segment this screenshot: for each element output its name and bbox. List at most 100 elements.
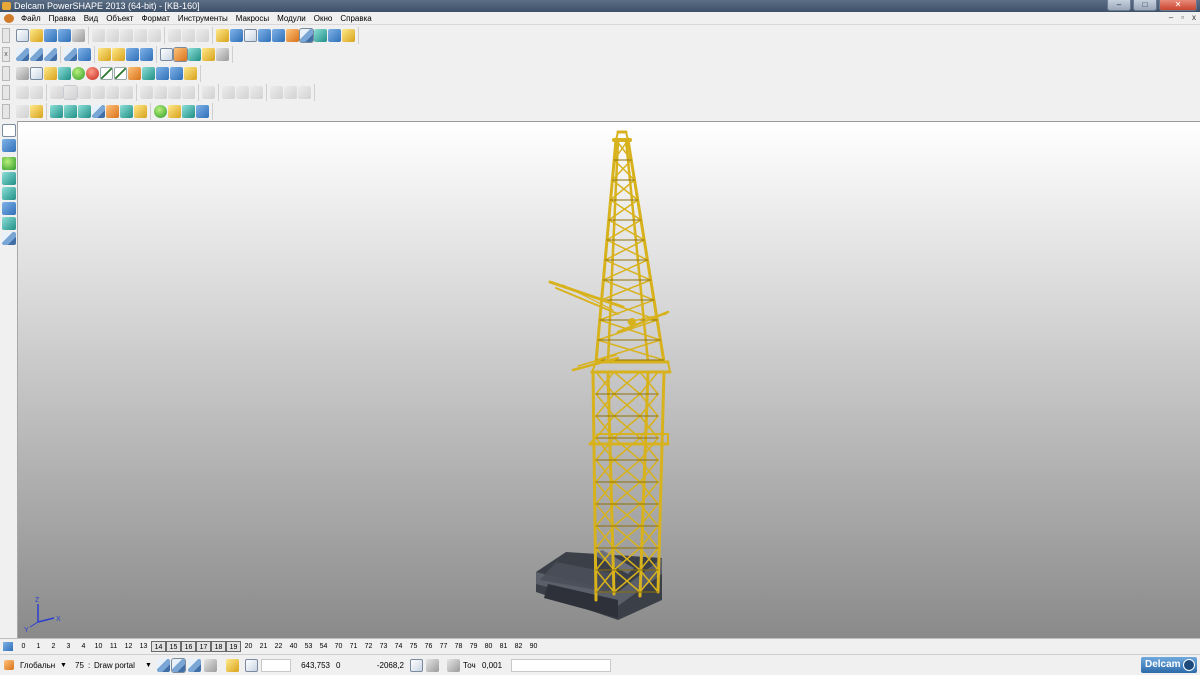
maximize-button[interactable]: □ bbox=[1133, 0, 1157, 11]
solid-new-icon[interactable] bbox=[16, 86, 29, 99]
level-40[interactable]: 40 bbox=[286, 641, 301, 652]
calculator-icon[interactable] bbox=[16, 67, 29, 80]
solid-edit-icon[interactable] bbox=[30, 86, 43, 99]
toolbar-grip[interactable] bbox=[2, 85, 10, 100]
minimize-button[interactable]: – bbox=[1107, 0, 1131, 11]
revolve-icon[interactable] bbox=[78, 105, 91, 118]
level-name-select[interactable]: Draw portal bbox=[94, 659, 135, 672]
view-iso-icon[interactable] bbox=[64, 48, 77, 61]
workplane-cube-icon[interactable] bbox=[188, 659, 201, 672]
red-sphere-icon[interactable] bbox=[86, 67, 99, 80]
assembly-icon[interactable] bbox=[128, 67, 141, 80]
boolean-subtract-icon[interactable] bbox=[63, 85, 78, 100]
grid-icon[interactable] bbox=[245, 659, 258, 672]
shading-icon[interactable] bbox=[58, 67, 71, 80]
level-72[interactable]: 72 bbox=[361, 641, 376, 652]
document-icon[interactable] bbox=[4, 13, 14, 23]
tolerance-icon[interactable] bbox=[447, 659, 460, 672]
level-82[interactable]: 82 bbox=[511, 641, 526, 652]
play-icon[interactable] bbox=[100, 67, 113, 80]
level-18[interactable]: 18 bbox=[211, 641, 226, 652]
measure-icon[interactable] bbox=[170, 67, 183, 80]
level-3[interactable]: 3 bbox=[61, 641, 76, 652]
solid-tree-icon[interactable] bbox=[202, 86, 215, 99]
cut-icon[interactable] bbox=[92, 29, 105, 42]
level-22[interactable]: 22 bbox=[271, 641, 286, 652]
paste-icon[interactable] bbox=[120, 29, 133, 42]
loft-icon[interactable] bbox=[120, 105, 133, 118]
menu-macros[interactable]: Макросы bbox=[232, 12, 273, 25]
level-2[interactable]: 2 bbox=[46, 641, 61, 652]
component-icon[interactable] bbox=[142, 67, 155, 80]
command-input-field[interactable] bbox=[511, 659, 611, 672]
select-arrow-icon[interactable] bbox=[2, 124, 16, 137]
menu-edit[interactable]: Правка bbox=[45, 12, 80, 25]
level-81[interactable]: 81 bbox=[496, 641, 511, 652]
menu-file[interactable]: Файл bbox=[17, 12, 45, 25]
redo-list-icon[interactable] bbox=[196, 29, 209, 42]
level-1[interactable]: 1 bbox=[31, 641, 46, 652]
wand-icon[interactable] bbox=[342, 29, 355, 42]
select-icon[interactable] bbox=[216, 29, 229, 42]
boolean-add-icon[interactable] bbox=[50, 86, 63, 99]
level-11[interactable]: 11 bbox=[106, 641, 121, 652]
surface-icon[interactable] bbox=[314, 29, 327, 42]
split-icon[interactable] bbox=[236, 86, 249, 99]
level-71[interactable]: 71 bbox=[346, 641, 361, 652]
level-0[interactable]: 0 bbox=[16, 641, 31, 652]
toolbar-grip[interactable] bbox=[2, 66, 10, 81]
doc-restore-button[interactable]: ▫ bbox=[1181, 12, 1184, 24]
lighting-icon[interactable] bbox=[202, 48, 215, 61]
fillet-icon[interactable] bbox=[92, 86, 105, 99]
level-90[interactable]: 90 bbox=[526, 641, 541, 652]
zoom-box-icon[interactable] bbox=[126, 48, 139, 61]
print-icon[interactable] bbox=[72, 29, 85, 42]
level-12[interactable]: 12 bbox=[121, 641, 136, 652]
face-offset-icon[interactable] bbox=[298, 86, 311, 99]
save-icon[interactable] bbox=[58, 29, 71, 42]
tolerance-value[interactable]: 0,001 bbox=[482, 659, 502, 672]
app-icon[interactable] bbox=[2, 2, 11, 10]
zoom-in-icon[interactable] bbox=[98, 48, 111, 61]
view-top-icon[interactable] bbox=[16, 48, 29, 61]
surface-palette-icon[interactable] bbox=[2, 172, 16, 185]
menu-view[interactable]: Вид bbox=[80, 12, 102, 25]
workplane-palette-icon[interactable] bbox=[2, 139, 16, 152]
menu-tools[interactable]: Инструменты bbox=[174, 12, 232, 25]
level-19[interactable]: 19 bbox=[226, 641, 241, 652]
new-file-icon[interactable] bbox=[16, 29, 29, 42]
face-move-icon[interactable] bbox=[284, 86, 297, 99]
feature-cut-icon[interactable] bbox=[140, 86, 153, 99]
wireframe-icon[interactable] bbox=[160, 48, 173, 61]
direct-modeling-icon[interactable] bbox=[270, 86, 283, 99]
curve-palette-icon[interactable] bbox=[2, 157, 16, 170]
level-15[interactable]: 15 bbox=[166, 641, 181, 652]
electrode-palette-icon[interactable] bbox=[2, 217, 16, 230]
save-as-icon[interactable] bbox=[44, 29, 57, 42]
mesh-palette-icon[interactable] bbox=[2, 202, 16, 215]
sphere-tool-icon[interactable] bbox=[154, 105, 167, 118]
blend-icon[interactable] bbox=[222, 86, 235, 99]
close-button[interactable]: ✕ bbox=[1159, 0, 1197, 11]
redo-icon[interactable] bbox=[182, 29, 195, 42]
info-icon[interactable] bbox=[156, 67, 169, 80]
feature-pattern-icon[interactable] bbox=[182, 86, 195, 99]
document-properties-icon[interactable] bbox=[30, 67, 43, 80]
level-53[interactable]: 53 bbox=[301, 641, 316, 652]
cone-tool-icon[interactable] bbox=[182, 105, 195, 118]
level-80[interactable]: 80 bbox=[481, 641, 496, 652]
model-icon[interactable] bbox=[299, 28, 314, 43]
workplane-icon[interactable] bbox=[230, 29, 243, 42]
doc-minimize-button[interactable]: – bbox=[1169, 12, 1173, 24]
level-79[interactable]: 79 bbox=[466, 641, 481, 652]
coord-input-icon[interactable] bbox=[410, 659, 423, 672]
trim-icon[interactable] bbox=[250, 86, 263, 99]
circle-icon[interactable] bbox=[244, 29, 257, 42]
view-cube-icon[interactable] bbox=[171, 658, 186, 673]
level-73[interactable]: 73 bbox=[376, 641, 391, 652]
level-dropdown-arrow[interactable]: ▼ bbox=[145, 659, 152, 672]
level-75[interactable]: 75 bbox=[406, 641, 421, 652]
forward-icon[interactable] bbox=[114, 67, 127, 80]
level-76[interactable]: 76 bbox=[421, 641, 436, 652]
view-front-icon[interactable] bbox=[30, 48, 43, 61]
